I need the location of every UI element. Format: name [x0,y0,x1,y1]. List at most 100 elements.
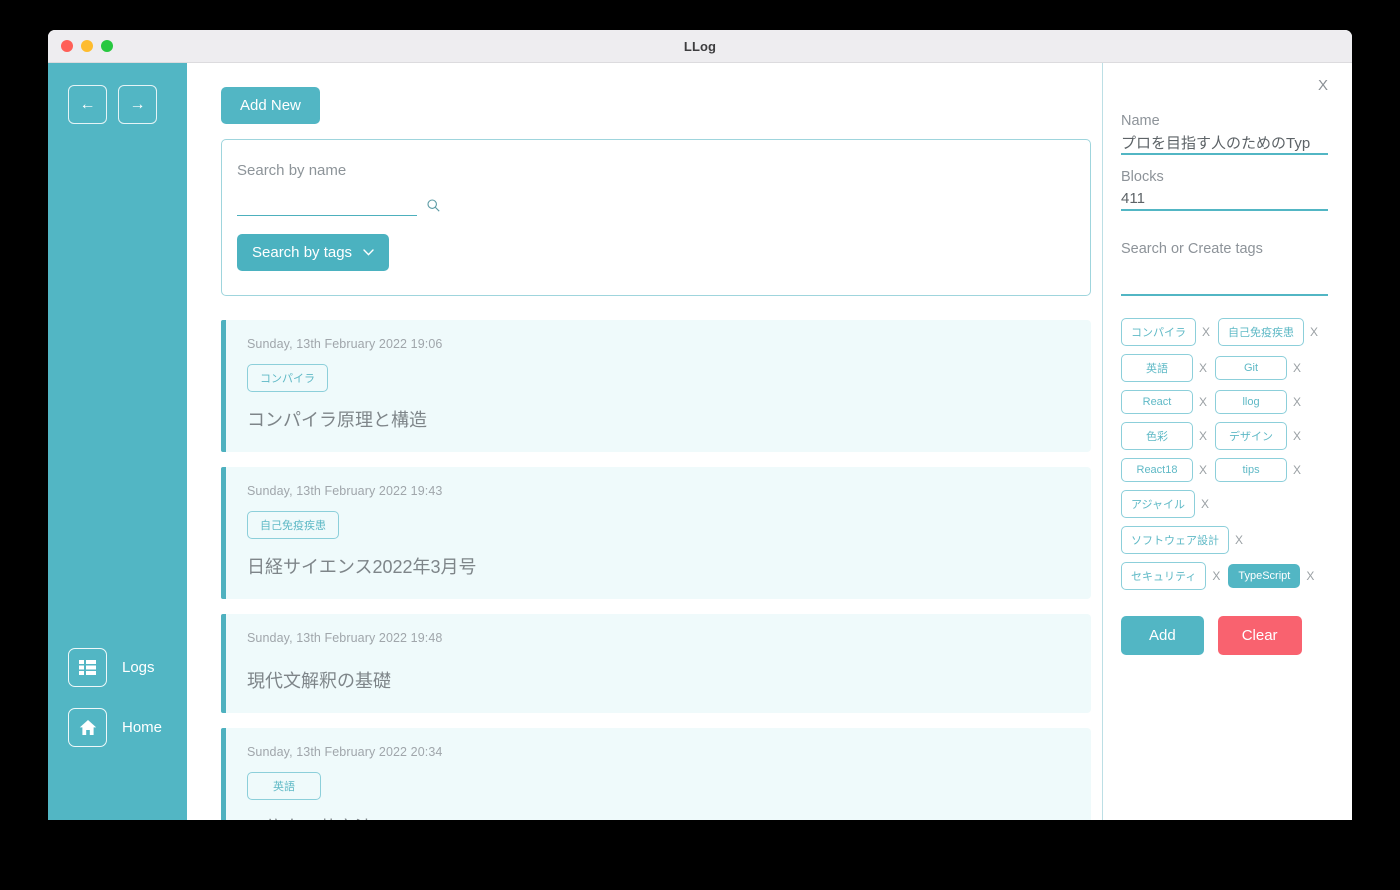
tag-search-group: Search or Create tags [1103,241,1352,296]
log-card-tags: 英語 [247,772,1071,800]
remove-tag-icon[interactable]: X [1293,463,1301,477]
log-card-title: 一億人の英文法 [247,814,1071,820]
tag-pill[interactable]: セキュリティ [1121,562,1207,590]
log-card-title: 日経サイエンス2022年3月号 [247,557,477,577]
name-label: Name [1121,113,1160,129]
remove-tag-icon[interactable]: X [1235,533,1243,547]
blocks-field-group: Blocks [1103,169,1352,211]
log-card-list: Sunday, 13th February 2022 19:06 コンパイラコンパ… [221,320,1091,820]
tag-pill[interactable]: React18 [1121,458,1193,482]
log-card-title: コンパイラ原理と構造 [247,410,427,430]
remove-tag-icon[interactable]: X [1306,569,1314,583]
remove-tag-icon[interactable]: X [1293,361,1301,375]
remove-tag-icon[interactable]: X [1199,429,1207,443]
search-row [237,199,1068,216]
clear-button[interactable]: Clear [1217,616,1302,655]
tag-item: 色彩 X [1121,422,1207,450]
remove-tag-icon[interactable]: X [1310,325,1318,339]
log-card-tag[interactable]: 自己免疫疾患 [247,511,339,539]
log-card-tag[interactable]: 英語 [247,772,321,800]
arrow-left-icon: ← [79,95,96,113]
tag-pill[interactable]: React [1121,390,1193,414]
back-button[interactable]: ← [68,85,107,124]
left-sidebar: ← → Logs Home [48,63,187,820]
main-content: Add New Search by name Search by tags Su… [187,63,1102,820]
log-card[interactable]: Sunday, 13th February 2022 20:34 英語一億人の英文… [221,728,1091,820]
tag-item: アジャイル X [1121,490,1209,518]
app-body: ← → Logs Home Add New Search by name Sea… [48,63,1352,820]
tag-item: Git X [1215,354,1301,382]
main-inner: Add New Search by name Search by tags Su… [221,87,1091,820]
log-card-date: Sunday, 13th February 2022 19:06 [247,337,443,351]
log-card-tags: コンパイラ [247,364,1071,392]
log-card-date: Sunday, 13th February 2022 19:43 [247,484,443,498]
name-input[interactable] [1121,133,1328,155]
log-card-date: Sunday, 13th February 2022 20:34 [247,745,443,759]
add-new-button[interactable]: Add New [221,87,320,124]
search-by-tags-button[interactable]: Search by tags [237,234,390,271]
panel-actions: Add Clear [1103,616,1352,655]
remove-tag-icon[interactable]: X [1212,569,1220,583]
remove-tag-icon[interactable]: X [1199,463,1207,477]
tag-pill[interactable]: アジャイル [1121,490,1196,518]
sidebar-item-home-label: Home [122,719,163,736]
search-input[interactable] [237,200,417,216]
tag-item: React X [1121,390,1207,414]
tag-pill[interactable]: 色彩 [1121,422,1193,450]
window-title: LLog [683,38,717,54]
add-button[interactable]: Add [1121,616,1204,655]
remove-tag-icon[interactable]: X [1293,429,1301,443]
tag-item: React18 X [1121,458,1207,482]
tag-item: llog X [1215,390,1301,414]
chevron-down-icon [363,247,374,259]
detail-panel: X Name Blocks Search or Create tags コンパイ… [1102,63,1352,820]
tag-item: セキュリティ X [1121,562,1220,590]
tag-item: 自己免疫疾患 X [1218,318,1318,346]
search-panel: Search by name Search by tags [221,139,1091,296]
log-card[interactable]: Sunday, 13th February 2022 19:06 コンパイラコンパ… [221,320,1091,452]
remove-tag-icon[interactable]: X [1199,395,1207,409]
log-card-date: Sunday, 13th February 2022 19:48 [247,631,443,645]
tag-pill[interactable]: 英語 [1121,354,1193,382]
tag-pill[interactable]: llog [1215,390,1288,414]
app-window: LLog ← → Logs Home Add New Search by nam… [48,30,1352,820]
log-card[interactable]: Sunday, 13th February 2022 19:43 自己免疫疾患日経… [221,467,1091,599]
tag-pill[interactable]: Git [1215,356,1288,380]
tag-pill[interactable]: tips [1215,458,1288,482]
home-icon [68,708,107,747]
nav-arrows: ← → [48,85,187,124]
tag-pill[interactable]: 自己免疫疾患 [1218,318,1305,346]
remove-tag-icon[interactable]: X [1201,497,1209,511]
sidebar-item-logs-label: Logs [122,659,155,676]
sidebar-nav: Logs Home [48,648,187,820]
tag-pill[interactable]: TypeScript [1228,564,1301,588]
sidebar-item-logs[interactable]: Logs [68,648,187,687]
forward-button[interactable]: → [118,85,157,124]
tag-item: 英語 X [1121,354,1207,382]
title-bar: LLog [48,30,1352,63]
tag-pill[interactable]: デザイン [1215,422,1288,450]
tag-pill[interactable]: ソフトウェア設計 [1121,526,1229,554]
tag-list: コンパイラ X 自己免疫疾患 X 英語 X Git X React Xllog X 色彩 X デザイン X R… [1103,318,1352,590]
close-panel-button[interactable]: X [1103,77,1352,99]
search-icon[interactable] [427,199,440,216]
tag-item: tips X [1215,458,1301,482]
remove-tag-icon[interactable]: X [1293,395,1301,409]
remove-tag-icon[interactable]: X [1202,325,1210,339]
tag-item: コンパイラ X [1121,318,1210,346]
arrow-right-icon: → [129,95,146,113]
tag-item: TypeScript X [1228,562,1314,590]
tag-item: ソフトウェア設計 X [1121,526,1243,554]
remove-tag-icon[interactable]: X [1199,361,1207,375]
tag-search-input[interactable] [1121,274,1328,296]
blocks-input[interactable] [1121,189,1328,211]
tag-item: デザイン X [1215,422,1301,450]
tag-pill[interactable]: コンパイラ [1121,318,1196,346]
blocks-label: Blocks [1121,169,1164,185]
name-field-group: Name [1103,113,1352,155]
sidebar-item-home[interactable]: Home [68,708,187,747]
log-card-tag[interactable]: コンパイラ [247,364,328,392]
search-by-tags-label: Search by tags [252,244,353,261]
log-card[interactable]: Sunday, 13th February 2022 19:48 現代文解釈の基礎 [221,614,1091,713]
